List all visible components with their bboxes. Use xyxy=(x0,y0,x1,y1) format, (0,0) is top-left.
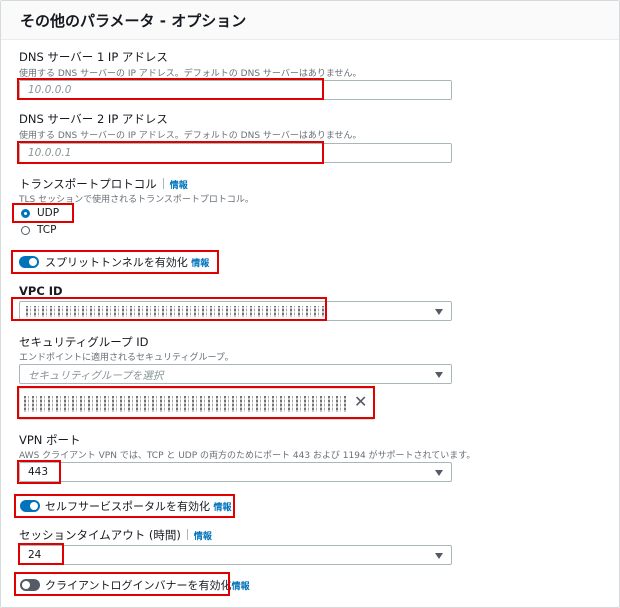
highlight-vpn-port xyxy=(17,460,61,484)
highlight-session-timeout xyxy=(18,543,64,565)
chevron-down-icon xyxy=(435,372,443,378)
dns2-label: DNS サーバー 2 IP アドレス xyxy=(19,112,168,126)
dns2-description: 使用する DNS サーバーの IP アドレス。デフォルトの DNS サーバーはあ… xyxy=(19,131,362,141)
panel-title: その他のパラメータ - オプション xyxy=(20,12,247,30)
session-timeout-row: セッションタイムアウト (時間) 情報 xyxy=(19,527,212,543)
separator xyxy=(186,529,188,540)
session-timeout-select[interactable]: 24 xyxy=(19,545,452,565)
session-timeout-label: セッションタイムアウト (時間) xyxy=(19,528,181,542)
vpn-port-select[interactable]: 443 xyxy=(19,462,452,482)
vpn-port-description: AWS クライアント VPN では、TCP と UDP の両方のためにポート 4… xyxy=(19,451,476,461)
chevron-down-icon xyxy=(435,470,443,476)
highlight-dns2 xyxy=(17,141,324,164)
highlight-client-banner xyxy=(14,572,230,596)
highlight-udp xyxy=(12,203,74,223)
client-banner-info-link[interactable]: 情報 xyxy=(232,582,250,592)
chevron-down-icon xyxy=(435,309,443,315)
session-timeout-info-link[interactable]: 情報 xyxy=(194,532,212,542)
vpc-label: VPC ID xyxy=(19,284,63,298)
radio-tcp-label: TCP xyxy=(37,224,57,236)
highlight-split-tunnel xyxy=(11,250,219,274)
radio-tcp[interactable] xyxy=(21,226,30,235)
vpn-port-label: VPN ポート xyxy=(19,433,81,447)
highlight-dns1 xyxy=(17,78,324,100)
chevron-down-icon xyxy=(435,553,443,559)
separator xyxy=(162,178,164,189)
transport-label: トランスポートプロトコル xyxy=(19,177,157,191)
highlight-security-group xyxy=(17,386,375,419)
security-group-description: エンドポイントに適用されるセキュリティグループ。 xyxy=(19,353,234,363)
security-group-label: セキュリティグループ ID xyxy=(19,335,149,349)
transport-label-row: トランスポートプロトコル 情報 xyxy=(19,176,188,192)
security-group-select[interactable]: セキュリティグループを選択 xyxy=(19,364,452,384)
panel-header: その他のパラメータ - オプション xyxy=(1,1,619,40)
highlight-self-service xyxy=(14,494,235,518)
highlight-vpc xyxy=(11,297,327,321)
transport-info-link[interactable]: 情報 xyxy=(170,181,188,191)
security-group-placeholder: セキュリティグループを選択 xyxy=(28,370,164,382)
dns1-label: DNS サーバー 1 IP アドレス xyxy=(19,50,168,64)
